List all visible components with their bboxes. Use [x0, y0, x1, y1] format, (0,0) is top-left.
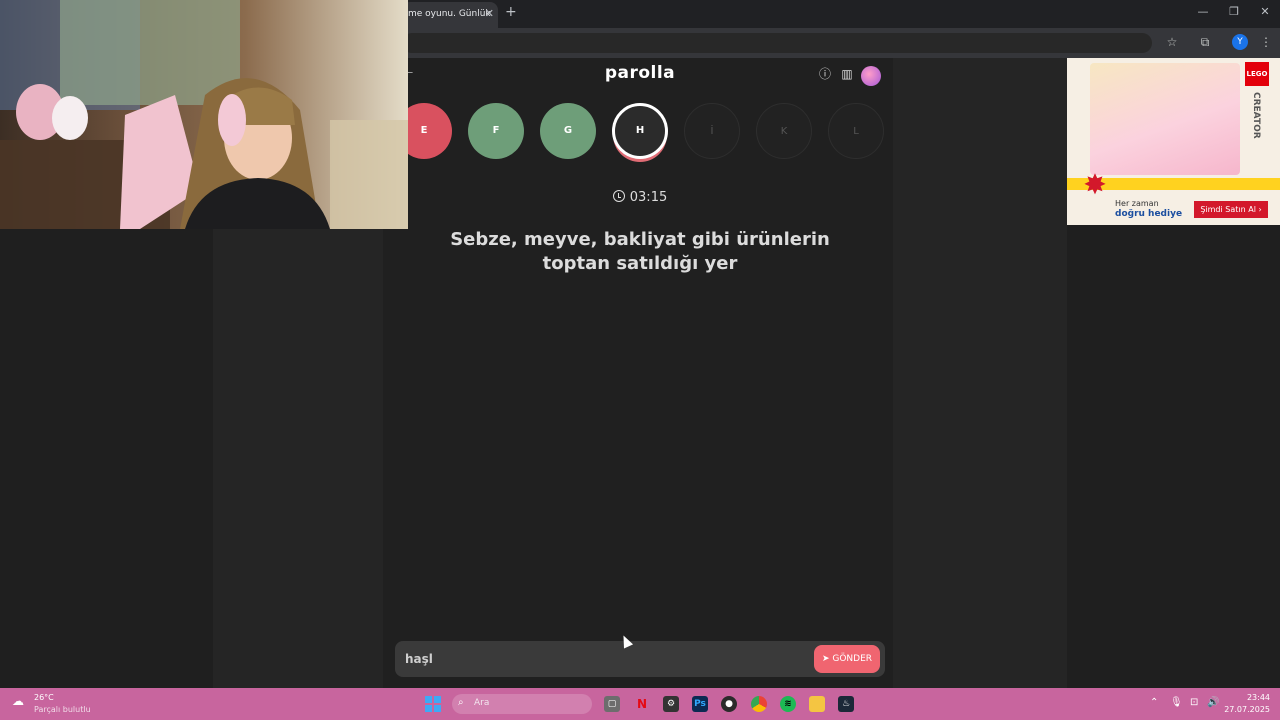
microphone-icon[interactable]: 🎙: [1170, 697, 1183, 708]
ad-tagline: Her zaman doğru hediye: [1115, 199, 1182, 219]
browser-tab[interactable]: me oyunu. Günlük ✕: [402, 2, 498, 28]
weather-description: Parçalı bulutlu: [34, 705, 91, 714]
user-avatar[interactable]: [861, 66, 881, 86]
site-logo[interactable]: parolla: [560, 63, 720, 83]
question-line-2: toptan satıldığı yer: [542, 253, 738, 274]
letter-right: F: [468, 103, 524, 159]
brand-logo: LEGO: [1245, 62, 1269, 86]
tab-title: me oyunu. Günlük: [408, 9, 491, 19]
search-placeholder: Ara: [474, 698, 490, 708]
send-button[interactable]: ➤ GÖNDER: [814, 645, 880, 673]
letter-pending: L: [828, 103, 884, 159]
tray-expand-icon[interactable]: ⌃: [1150, 697, 1158, 708]
ad-tagline-2: doğru hediye: [1115, 209, 1183, 219]
send-label: GÖNDER: [832, 654, 873, 664]
windows-start-icon[interactable]: [425, 696, 441, 712]
new-tab-icon[interactable]: +: [505, 4, 519, 22]
system-date[interactable]: 27.07.2025: [1222, 705, 1270, 714]
address-bar[interactable]: [402, 33, 1152, 53]
timer-value: 03:15: [629, 190, 668, 205]
volume-icon[interactable]: 🔊: [1207, 697, 1219, 708]
photoshop-icon[interactable]: Ps: [692, 696, 708, 712]
file-explorer-icon[interactable]: [809, 696, 825, 712]
profile-avatar[interactable]: Y: [1232, 34, 1248, 50]
webcam-overlay: [0, 0, 408, 229]
search-icon: ⌕: [458, 697, 464, 708]
tab-close-icon[interactable]: ✕: [485, 2, 494, 26]
letter-current: H: [612, 103, 668, 159]
ad-cta-button[interactable]: Şimdi Satın Al ›: [1194, 201, 1268, 218]
letter-pending: K: [756, 103, 812, 159]
task-view-icon[interactable]: ▢: [604, 696, 620, 712]
minimize-icon[interactable]: —: [1194, 5, 1212, 18]
gift-bow-icon: ✸: [1083, 168, 1107, 201]
netflix-icon[interactable]: N: [634, 696, 650, 712]
system-time[interactable]: 23:44: [1230, 693, 1270, 702]
steam-client-icon[interactable]: ⚙: [663, 696, 679, 712]
bookmark-star-icon[interactable]: ☆: [1163, 33, 1181, 51]
chrome-icon[interactable]: [751, 696, 767, 712]
extensions-icon[interactable]: ⧉: [1196, 33, 1214, 51]
answer-input[interactable]: [405, 648, 805, 670]
info-icon[interactable]: ⓘ: [817, 66, 833, 82]
letter-right: G: [540, 103, 596, 159]
ad-product-line: CREATOR: [1251, 92, 1261, 139]
ad-tagline-1: Her zaman: [1115, 199, 1159, 208]
weather-cloud-icon[interactable]: ☁: [12, 694, 30, 708]
restore-icon[interactable]: ❐: [1225, 5, 1243, 18]
clock-icon: [612, 190, 625, 202]
obs-icon[interactable]: ●: [721, 696, 737, 712]
question-text: Sebze, meyve, bakliyat gibi ürünlerin to…: [420, 228, 860, 276]
question-line-1: Sebze, meyve, bakliyat gibi ürünlerin: [450, 229, 830, 250]
spotify-icon[interactable]: ≋: [780, 696, 796, 712]
taskbar-search[interactable]: [452, 694, 592, 714]
steam-icon[interactable]: ♨: [838, 696, 854, 712]
weather-temperature[interactable]: 26°C: [34, 693, 54, 702]
menu-kebab-icon[interactable]: ⋮: [1257, 33, 1275, 51]
network-icon[interactable]: ⊡: [1190, 697, 1198, 708]
stats-icon[interactable]: ▥: [839, 66, 855, 82]
ad-product-image: [1090, 63, 1240, 175]
webcam-image: [0, 0, 408, 229]
timer: 03:15: [590, 190, 690, 205]
close-window-icon[interactable]: ✕: [1256, 5, 1274, 18]
letter-pending: İ: [684, 103, 740, 159]
send-icon: ➤: [821, 654, 833, 664]
